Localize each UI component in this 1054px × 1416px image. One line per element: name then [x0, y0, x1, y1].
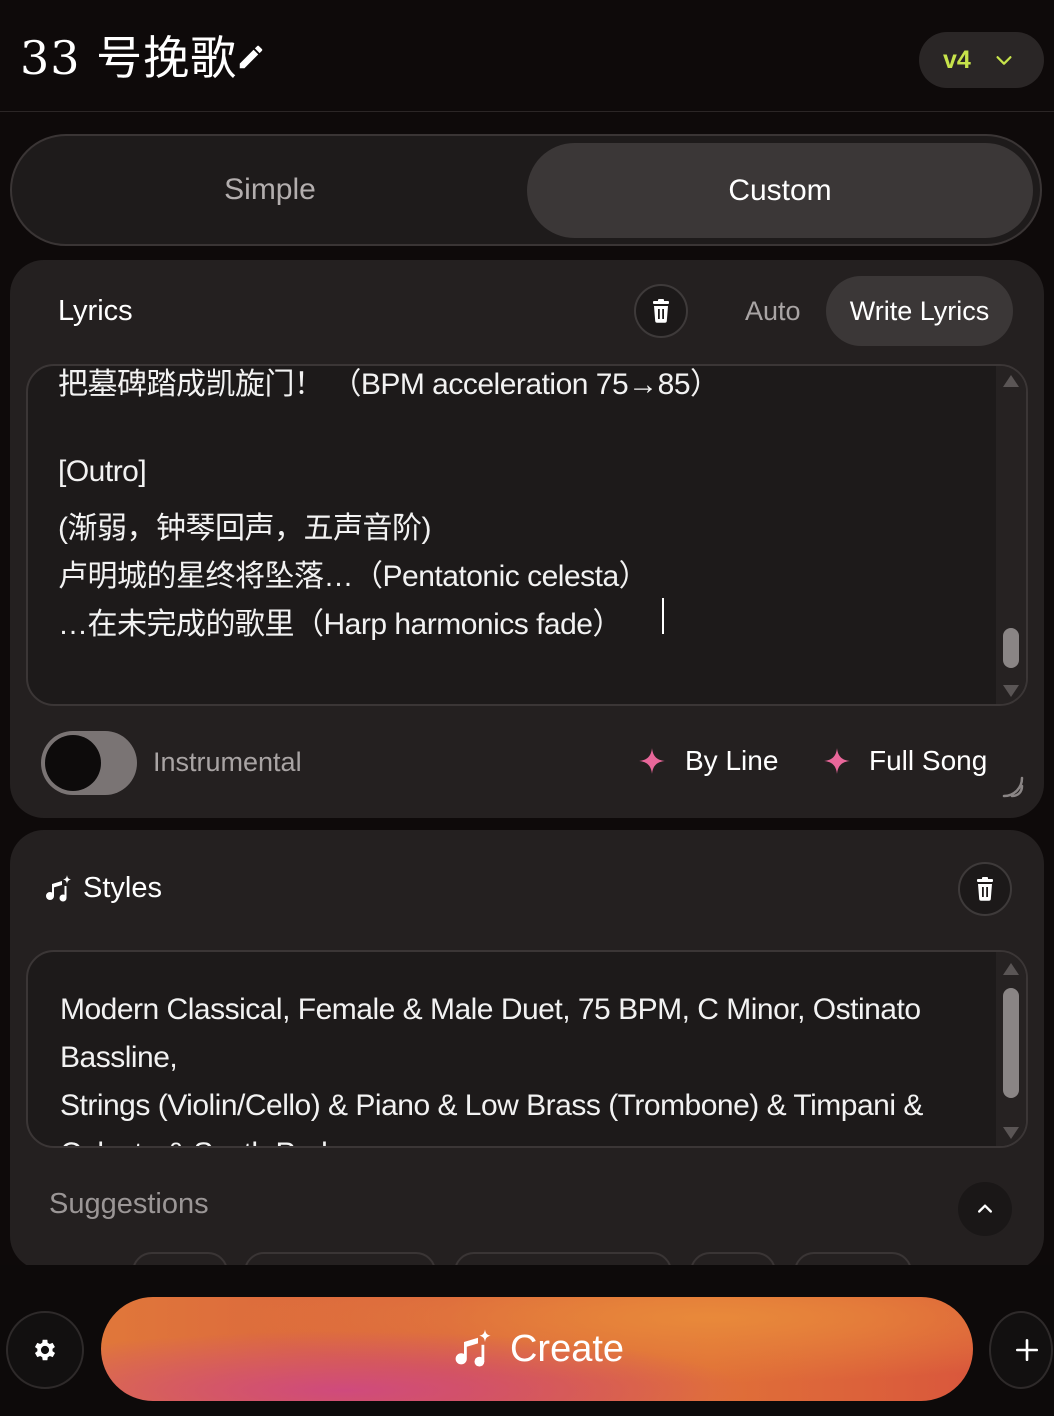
create-label: Create: [509, 1327, 625, 1370]
create-button[interactable]: Create: [101, 1297, 973, 1401]
header-divider: [0, 111, 1054, 112]
version-label: v4: [943, 45, 971, 74]
full-song-button[interactable]: Full Song: [823, 745, 987, 777]
music-sparkle-icon: [455, 1329, 491, 1367]
scroll-up-icon: [1003, 963, 1019, 975]
suggestions-label: Suggestions: [49, 1188, 209, 1220]
scroll-down-icon: [1003, 685, 1019, 697]
styles-scrollbar[interactable]: [996, 952, 1026, 1146]
toggle-knob: [45, 735, 101, 791]
scroll-up-icon: [1003, 375, 1019, 387]
sparkle-icon: [824, 748, 850, 774]
pencil-icon[interactable]: [236, 42, 266, 72]
lyrics-scroll-thumb[interactable]: [1003, 628, 1019, 668]
lyric-line: 卢明城的星终将坠落…（Pentatonic celesta）: [58, 560, 649, 593]
version-selector[interactable]: v4: [919, 32, 1044, 88]
text-caret: [662, 598, 664, 634]
lyric-line: 把墓碑踏成凯旋门！ （BPM acceleration 75→85）: [58, 368, 720, 401]
song-title[interactable]: 33 号挽歌: [20, 22, 237, 88]
plus-icon: [1015, 1338, 1039, 1362]
style-line: Modern Classical, Female & Male Duet, 75…: [60, 993, 921, 1026]
lyric-line: [Outro]: [58, 455, 147, 488]
styles-title: Styles: [83, 872, 162, 904]
music-sparkle-icon: [46, 875, 71, 902]
lyrics-mode-write[interactable]: Write Lyrics: [826, 276, 1013, 346]
clear-styles-button[interactable]: [958, 862, 1012, 916]
tab-custom[interactable]: Custom: [527, 143, 1033, 238]
style-line: Bassline,: [60, 1041, 178, 1074]
lyrics-title: Lyrics: [58, 295, 133, 327]
chevron-up-icon: [978, 1204, 992, 1213]
lyrics-mode-auto[interactable]: Auto: [745, 296, 801, 327]
chevron-down-icon: [996, 56, 1012, 65]
lyric-line: …在未完成的歌里（Harp harmonics fade）: [58, 608, 622, 641]
scroll-down-icon: [1003, 1127, 1019, 1139]
style-line: Celesta & Synth Pad: [60, 1130, 960, 1146]
settings-button[interactable]: [6, 1311, 84, 1389]
tab-simple[interactable]: Simple: [10, 134, 530, 246]
add-button[interactable]: [989, 1311, 1053, 1389]
instrumental-toggle[interactable]: [41, 731, 137, 795]
clear-lyrics-button[interactable]: [634, 284, 688, 338]
collapse-suggestions-button[interactable]: [958, 1182, 1012, 1236]
sparkle-icon: [639, 748, 665, 774]
lyrics-scrollbar[interactable]: [996, 366, 1026, 704]
trash-icon: [977, 877, 993, 901]
lyric-line: (渐弱，钟琴回声，五声音阶): [58, 512, 431, 545]
styles-textarea[interactable]: Modern Classical, Female & Male Duet, 75…: [26, 950, 1028, 1148]
resize-handle-icon[interactable]: [1000, 774, 1026, 800]
full-song-label: Full Song: [869, 745, 988, 776]
instrumental-label: Instrumental: [153, 747, 302, 777]
by-line-button[interactable]: By Line: [638, 745, 778, 777]
by-line-label: By Line: [685, 745, 779, 776]
styles-scroll-thumb[interactable]: [1003, 988, 1019, 1098]
gear-icon: [34, 1339, 56, 1361]
styles-text: Modern Classical, Female & Male Duet, 75…: [60, 986, 960, 1146]
trash-icon: [653, 299, 669, 323]
style-line: Strings (Violin/Cello) & Piano & Low Bra…: [60, 1089, 923, 1122]
